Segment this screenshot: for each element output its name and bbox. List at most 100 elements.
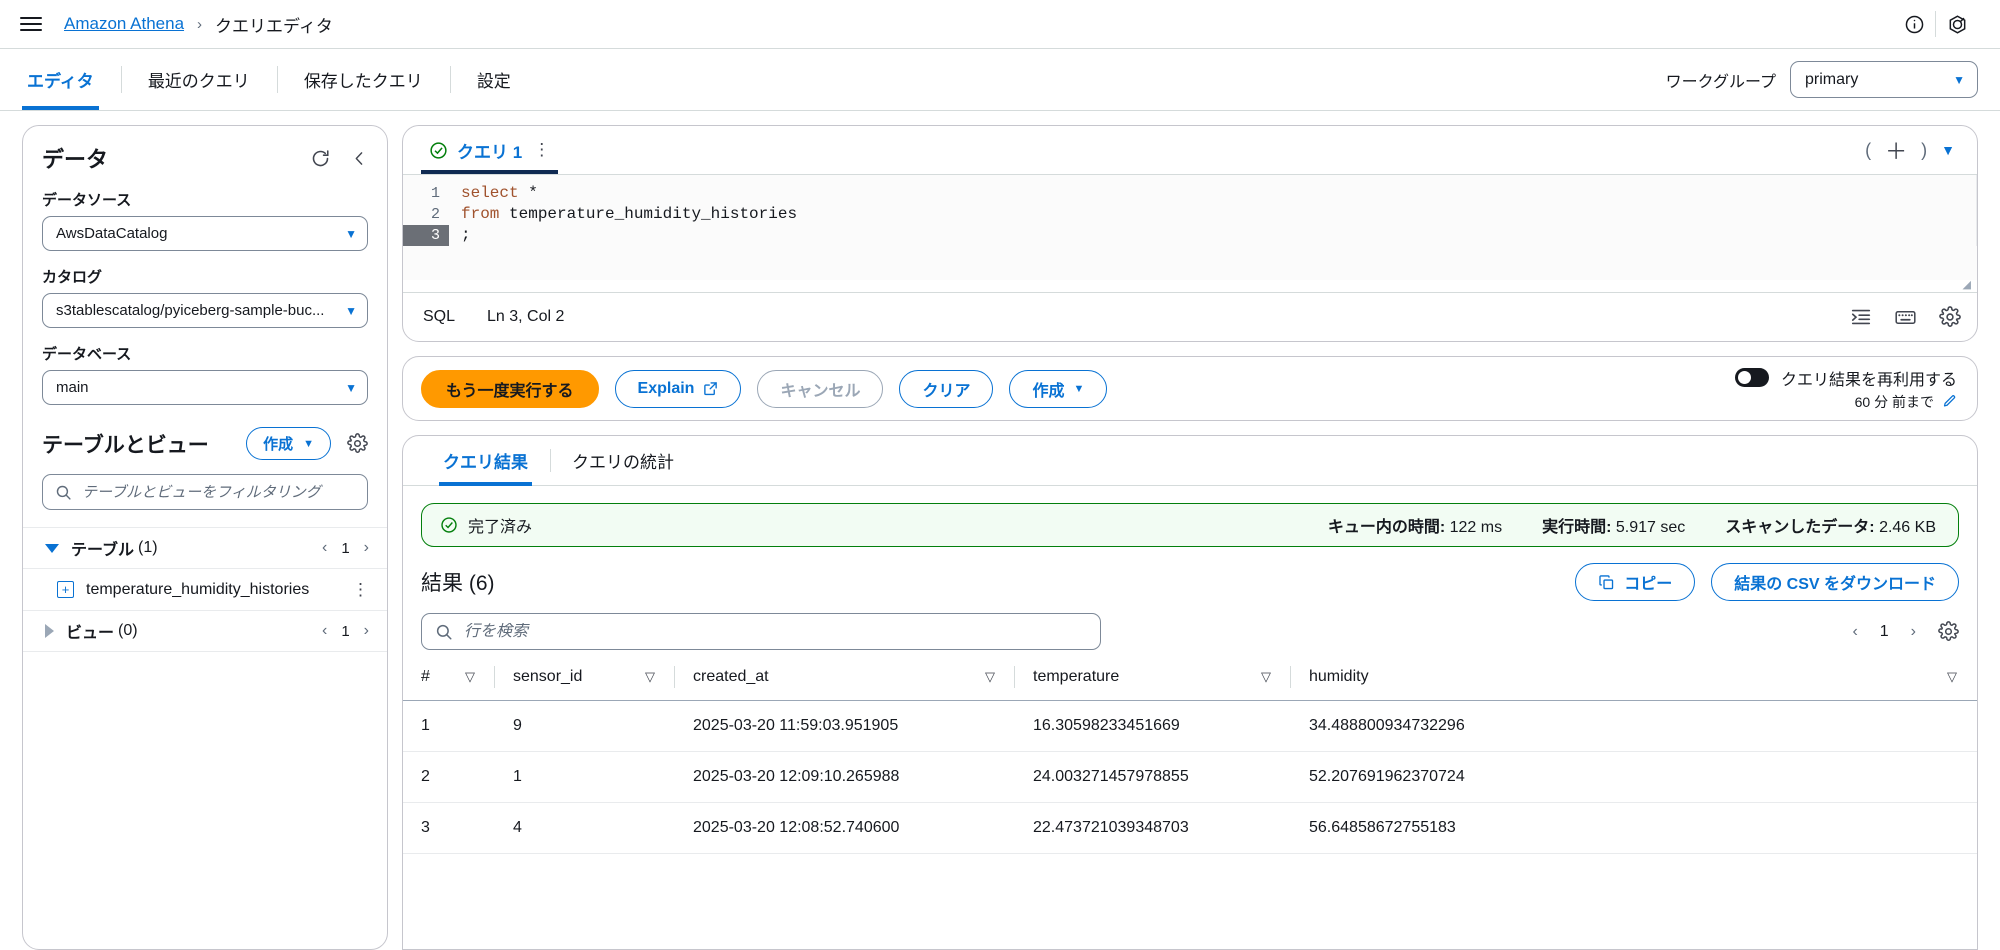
reuse-results-toggle[interactable] [1734, 368, 1769, 387]
tab-recent-queries[interactable]: 最近のクエリ [120, 49, 277, 110]
explain-button[interactable]: Explain [614, 369, 742, 408]
list-item[interactable]: + temperature_humidity_histories ⋮ [23, 569, 387, 611]
chevron-down-icon: ▼ [303, 437, 314, 450]
sidebar-title: データ [42, 147, 109, 172]
sql-code-area[interactable]: 1 2 3 select * from temperature_humidity… [403, 174, 1977, 246]
line-number: 1 [430, 185, 440, 202]
workgroup-selector-area: ワークグループ primary ▼ [1666, 49, 1978, 110]
code-lines[interactable]: select * from temperature_humidity_histo… [449, 175, 1976, 246]
workgroup-select[interactable]: primary ▼ [1790, 61, 1978, 98]
catalog-value: s3tablescatalog/pyiceberg-sample-buc... [56, 302, 325, 319]
workgroup-value: primary [1805, 70, 1859, 88]
clear-button[interactable]: クリア [899, 369, 994, 408]
sidebar-create-button[interactable]: 作成 ▼ [246, 427, 331, 460]
editor-status-icons [1850, 306, 1961, 329]
chevron-down-icon: ▼ [345, 303, 357, 318]
run-again-button[interactable]: もう一度実行する [421, 369, 599, 408]
region-icon[interactable] [1936, 9, 1978, 39]
query-tab-1[interactable]: クエリ 1 ⋮ [421, 126, 559, 174]
chevron-left-icon[interactable]: ‹ [1852, 623, 1857, 641]
gear-icon[interactable] [1939, 306, 1961, 328]
top-header: Amazon Athena › クエリエディタ [0, 0, 2000, 49]
gear-icon[interactable] [1938, 621, 1959, 642]
column-header-sensor-id[interactable]: sensor_id ▽ [495, 660, 675, 701]
sort-icon[interactable]: ▽ [645, 669, 655, 685]
tab-saved-queries[interactable]: 保存したクエリ [276, 49, 450, 110]
tables-views-header: テーブルとビュー 作成 ▼ [42, 427, 368, 460]
data-sidebar-panel: データ データソース AwsDataCatalog ▼ カタログ s3table… [22, 125, 388, 950]
tab-query-results[interactable]: クエリ結果 [421, 436, 550, 486]
plus-icon[interactable]: ＋ [1885, 134, 1907, 166]
chevron-right-icon[interactable]: › [364, 622, 369, 640]
reuse-toggle-row: クエリ結果を再利用する [1734, 366, 1957, 390]
tables-pager: ‹ 1 › [322, 539, 369, 557]
catalog-label: カタログ [42, 269, 103, 286]
sidebar-create-label: 作成 [263, 436, 294, 453]
reuse-results-area: クエリ結果を再利用する 60 分 前まで [1734, 366, 1957, 412]
code-empty-area[interactable] [403, 246, 1977, 280]
info-icon[interactable] [1893, 9, 1935, 39]
sort-icon[interactable]: ▽ [1261, 669, 1271, 685]
query-editor-card: クエリ 1 ⋮ ( ＋ ) ▼ 1 2 3 select * from temp… [402, 125, 1978, 342]
column-header-index[interactable]: # ▽ [403, 660, 495, 701]
breadcrumb-link-amazon-athena[interactable]: Amazon Athena [64, 14, 184, 34]
editor-resize-handle[interactable] [403, 278, 1977, 292]
tab-query-stats[interactable]: クエリの統計 [550, 436, 696, 485]
chevron-left-icon[interactable] [351, 149, 368, 168]
create-button[interactable]: 作成 ▼ [1009, 369, 1108, 408]
datasource-select[interactable]: AwsDataCatalog ▼ [42, 216, 368, 251]
results-search-input[interactable] [464, 622, 1087, 641]
catalog-select[interactable]: s3tablescatalog/pyiceberg-sample-buc... … [42, 293, 368, 328]
column-header-humidity[interactable]: humidity ▽ [1291, 660, 1977, 701]
table-row[interactable]: 1 9 2025-03-20 11:59:03.951905 16.305982… [403, 700, 1977, 752]
reuse-results-label: クエリ結果を再利用する [1780, 371, 1957, 389]
views-page-number: 1 [341, 622, 350, 640]
tab-editor[interactable]: エディタ [0, 49, 121, 110]
column-header-index-label: # [421, 668, 430, 685]
tree-group-tables[interactable]: テーブル (1) ‹ 1 › [23, 528, 387, 569]
results-title-text: 結果 [421, 572, 463, 595]
tables-views-title: テーブルとビュー [42, 433, 209, 457]
table-row[interactable]: 3 4 2025-03-20 12:08:52.740600 22.473721… [403, 802, 1977, 854]
results-search-box[interactable] [421, 613, 1101, 650]
more-options-icon[interactable]: ⋮ [533, 141, 550, 158]
pencil-icon[interactable] [1942, 394, 1957, 409]
metric-data-scanned-value: 2.46 KB [1879, 519, 1936, 536]
copy-button[interactable]: コピー [1575, 563, 1696, 601]
cell-humidity: 52.207691962370724 [1291, 751, 1977, 803]
column-header-temperature[interactable]: temperature ▽ [1015, 660, 1291, 701]
gear-icon[interactable] [347, 433, 368, 454]
table-item-label: temperature_humidity_histories [86, 580, 310, 598]
refresh-icon[interactable] [310, 148, 331, 169]
tables-filter-input[interactable] [82, 483, 355, 501]
chevron-left-icon[interactable]: ‹ [322, 622, 327, 640]
paren-left-icon[interactable]: ( [1865, 140, 1871, 161]
tree-group-tables-label: テーブル [71, 542, 135, 559]
chevron-left-icon[interactable]: ‹ [322, 539, 327, 557]
sort-icon[interactable]: ▽ [1947, 669, 1957, 685]
sort-icon[interactable]: ▽ [985, 669, 995, 685]
more-options-icon[interactable]: ⋮ [352, 581, 369, 598]
create-label: 作成 [1032, 382, 1065, 400]
table-row[interactable]: 2 1 2025-03-20 12:09:10.265988 24.003271… [403, 751, 1977, 803]
tab-settings[interactable]: 設定 [449, 49, 538, 110]
tree-group-views[interactable]: ビュー (0) ‹ 1 › [23, 611, 387, 652]
chevron-right-icon[interactable]: › [364, 539, 369, 557]
cell-index: 2 [403, 751, 495, 803]
chevron-right-icon[interactable]: › [1911, 623, 1916, 641]
line-number: 2 [430, 206, 440, 223]
chevron-down-icon[interactable]: ▼ [1941, 142, 1955, 158]
download-csv-button[interactable]: 結果の CSV をダウンロード [1711, 563, 1959, 601]
results-title: 結果 (6) [421, 567, 495, 597]
column-header-created-at[interactable]: created_at ▽ [675, 660, 1015, 701]
reuse-duration-label: 60 分 前まで [1854, 393, 1934, 410]
keyboard-icon[interactable] [1894, 306, 1917, 329]
database-select[interactable]: main ▼ [42, 370, 368, 405]
tables-filter-box[interactable] [42, 474, 368, 510]
paren-right-icon[interactable]: ) [1921, 140, 1927, 161]
hamburger-icon[interactable] [20, 13, 46, 35]
format-icon[interactable] [1850, 306, 1872, 328]
sort-icon[interactable]: ▽ [465, 669, 475, 685]
plus-icon[interactable]: + [57, 581, 74, 598]
clear-label: クリア [922, 382, 971, 400]
